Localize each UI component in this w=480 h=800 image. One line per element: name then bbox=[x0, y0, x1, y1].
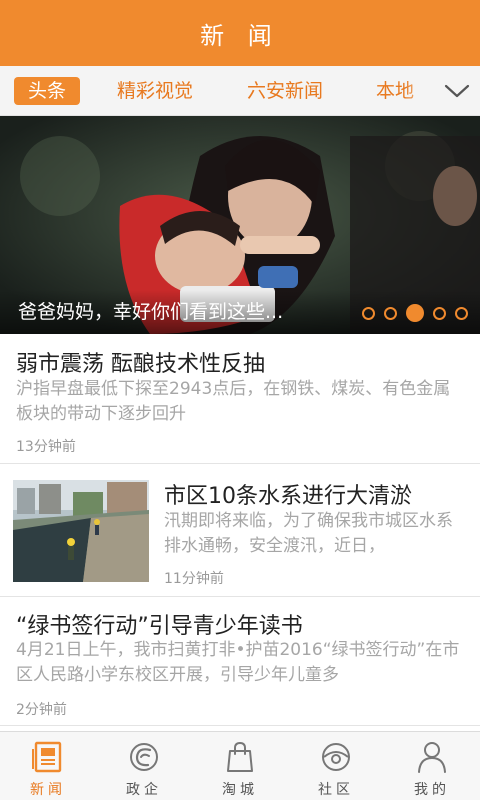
newspaper-icon bbox=[32, 741, 62, 773]
news-summary: 沪指早盘最低下探至2943点后，在钢铁、煤炭、有色金属板块的带动下逐步回升 bbox=[16, 379, 451, 424]
tab-fade bbox=[405, 66, 433, 115]
news-item[interactable]: 弱市震荡 酝酿技术性反抽 沪指早盘最低下探至2943点后，在钢铁、煤炭、有色金属… bbox=[0, 334, 480, 464]
carousel-indicators bbox=[362, 304, 468, 322]
news-item[interactable]: “绿书签行动”引导青少年读书 4月21日上午，我市扫黄打非•护苗2016“绿书签… bbox=[0, 598, 480, 726]
nav-government[interactable]: 政企 bbox=[96, 732, 192, 800]
bottom-navigation: 新闻 政企 淘城 社区 我的 bbox=[0, 731, 480, 800]
news-item[interactable]: 市区10条水系进行大清淤 汛期即将来临，为了确保我市城区水系排水通畅，安全渡汛，… bbox=[0, 465, 480, 597]
news-summary: 汛期即将来临，为了确保我市城区水系排水通畅，安全渡汛，近日， bbox=[164, 511, 453, 556]
nav-label: 淘城 bbox=[222, 782, 258, 798]
banner-caption: 爸爸妈妈，幸好你们看到这些... bbox=[18, 301, 284, 323]
carousel-dot-active[interactable] bbox=[406, 304, 424, 322]
carousel-dot[interactable] bbox=[384, 306, 397, 320]
tab-luan-news[interactable]: 六安新闻 bbox=[247, 77, 323, 105]
chevron-down-icon bbox=[444, 84, 469, 97]
community-icon bbox=[322, 743, 350, 771]
river-dredging-image bbox=[13, 480, 149, 582]
news-time: 11分钟前 bbox=[164, 571, 224, 587]
news-title: “绿书签行动”引导青少年读书 bbox=[16, 614, 303, 639]
category-tabs: 头条 精彩视觉 六安新闻 本地 bbox=[0, 66, 480, 116]
banner-carousel[interactable]: 爸爸妈妈，幸好你们看到这些... bbox=[0, 116, 480, 334]
nav-news[interactable]: 新闻 bbox=[0, 732, 96, 800]
shopping-bag-icon bbox=[227, 741, 253, 772]
nav-label: 我的 bbox=[414, 782, 450, 798]
carousel-dot[interactable] bbox=[362, 306, 375, 320]
page-title: 新 闻 bbox=[200, 21, 280, 50]
news-time: 13分钟前 bbox=[16, 439, 76, 455]
nav-shopping[interactable]: 淘城 bbox=[192, 732, 288, 800]
news-thumbnail bbox=[13, 480, 149, 582]
nav-label: 社区 bbox=[318, 782, 354, 798]
news-title: 市区10条水系进行大清淤 bbox=[164, 484, 412, 509]
news-summary: 4月21日上午，我市扫黄打非•护苗2016“绿书签行动”在市区人民路小学东校区开… bbox=[16, 640, 460, 685]
app-header: 新 闻 bbox=[0, 0, 480, 66]
nav-label: 政企 bbox=[126, 782, 162, 798]
profile-icon bbox=[418, 742, 446, 773]
news-time: 2分钟前 bbox=[16, 702, 67, 718]
nav-label: 新闻 bbox=[30, 782, 66, 798]
nav-profile[interactable]: 我的 bbox=[384, 732, 480, 800]
carousel-dot[interactable] bbox=[455, 306, 468, 320]
carousel-dot[interactable] bbox=[433, 306, 446, 320]
tabs-expand-button[interactable] bbox=[433, 66, 480, 115]
nav-community[interactable]: 社区 bbox=[288, 732, 384, 800]
news-title: 弱市震荡 酝酿技术性反抽 bbox=[16, 352, 265, 377]
tab-visuals[interactable]: 精彩视觉 bbox=[117, 77, 193, 105]
tab-headlines[interactable]: 头条 bbox=[14, 77, 81, 105]
government-icon bbox=[130, 743, 158, 771]
